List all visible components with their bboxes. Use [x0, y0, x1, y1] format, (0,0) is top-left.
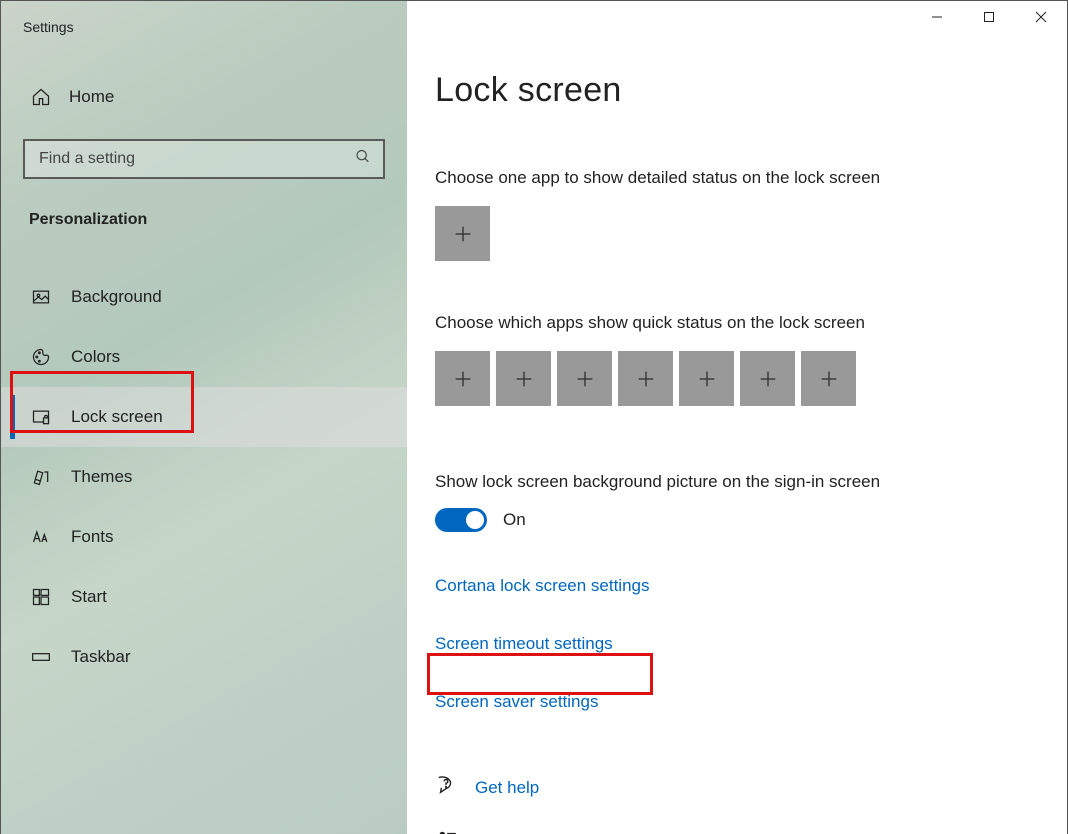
- sidebar: Settings Home Personalization Backgrou: [1, 1, 407, 834]
- bg-toggle-row: On: [435, 508, 1067, 532]
- get-help-label: Get help: [475, 778, 539, 798]
- search-row: [23, 139, 385, 179]
- bg-toggle[interactable]: [435, 508, 487, 532]
- window-controls: [911, 1, 1067, 33]
- themes-icon: [31, 467, 51, 487]
- help-icon: [435, 774, 457, 801]
- add-quick-app-button[interactable]: [801, 351, 856, 406]
- detail-status-label: Choose one app to show detailed status o…: [435, 168, 1067, 188]
- nav-item-background[interactable]: Background: [1, 267, 407, 327]
- nav-item-label: Background: [71, 287, 162, 307]
- home-icon: [31, 87, 51, 107]
- palette-icon: [31, 347, 51, 367]
- close-button[interactable]: [1015, 1, 1067, 33]
- toggle-state-label: On: [503, 510, 526, 530]
- bg-toggle-label: Show lock screen background picture on t…: [435, 472, 1067, 492]
- link-screen-timeout[interactable]: Screen timeout settings: [435, 634, 1067, 654]
- nav-item-label: Lock screen: [71, 407, 163, 427]
- add-quick-app-button[interactable]: [435, 351, 490, 406]
- nav-item-label: Themes: [71, 467, 132, 487]
- toggle-knob: [466, 511, 484, 529]
- maximize-button[interactable]: [963, 1, 1015, 33]
- picture-icon: [31, 287, 51, 307]
- search-icon: [355, 149, 371, 170]
- nav-item-fonts[interactable]: Fonts: [1, 507, 407, 567]
- app-title: Settings: [1, 1, 407, 35]
- category-title: Personalization: [1, 179, 407, 239]
- add-quick-app-button[interactable]: [618, 351, 673, 406]
- nav-home-label: Home: [69, 87, 114, 107]
- nav-item-label: Colors: [71, 347, 120, 367]
- add-quick-app-button[interactable]: [496, 351, 551, 406]
- give-feedback-link[interactable]: Give feedback: [435, 829, 1067, 834]
- quick-status-slots: [435, 351, 1067, 406]
- nav-list: Background Colors Lock screen: [1, 267, 407, 687]
- nav-item-label: Start: [71, 587, 107, 607]
- lock-screen-icon: [31, 407, 51, 427]
- nav-item-taskbar[interactable]: Taskbar: [1, 627, 407, 687]
- link-screen-saver[interactable]: Screen saver settings: [435, 692, 1067, 712]
- add-quick-app-button[interactable]: [557, 351, 612, 406]
- nav-item-label: Fonts: [71, 527, 114, 547]
- quick-status-label: Choose which apps show quick status on t…: [435, 313, 1067, 333]
- search-input[interactable]: [23, 139, 385, 179]
- nav-item-label: Taskbar: [71, 647, 131, 667]
- detail-status-slots: [435, 206, 1067, 261]
- add-quick-app-button[interactable]: [740, 351, 795, 406]
- content-panel: Lock screen Choose one app to show detai…: [407, 1, 1067, 834]
- start-icon: [31, 587, 51, 607]
- nav-item-themes[interactable]: Themes: [1, 447, 407, 507]
- add-quick-app-button[interactable]: [679, 351, 734, 406]
- minimize-button[interactable]: [911, 1, 963, 33]
- nav-item-lock-screen[interactable]: Lock screen: [1, 387, 407, 447]
- nav-item-start[interactable]: Start: [1, 567, 407, 627]
- help-section: Get help Give feedback: [435, 774, 1067, 834]
- nav-home[interactable]: Home: [1, 77, 407, 117]
- fonts-icon: [31, 527, 51, 547]
- nav-item-colors[interactable]: Colors: [1, 327, 407, 387]
- taskbar-icon: [31, 647, 51, 667]
- add-detail-app-button[interactable]: [435, 206, 490, 261]
- link-cortana-settings[interactable]: Cortana lock screen settings: [435, 576, 1067, 596]
- get-help-link[interactable]: Get help: [435, 774, 1067, 801]
- feedback-icon: [435, 829, 457, 834]
